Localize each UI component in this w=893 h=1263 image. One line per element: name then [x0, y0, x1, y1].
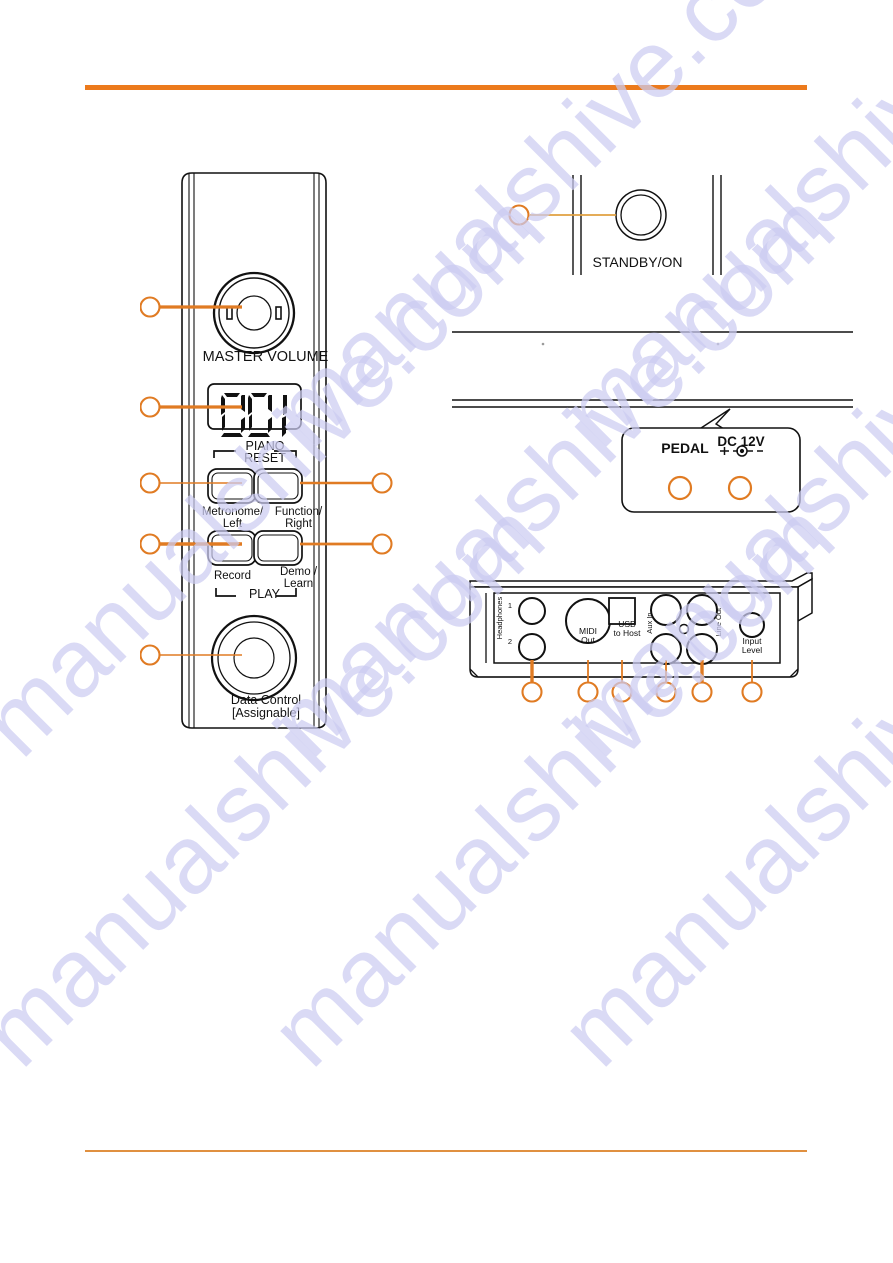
data-control-label-line2: [Assignable] — [231, 706, 301, 720]
callout-leaders-rear-panel — [521, 660, 763, 703]
aux-in-label: Aux In — [644, 612, 654, 634]
callout-marker — [611, 681, 633, 703]
callout-marker — [140, 472, 161, 494]
dc-jack-icon — [727, 475, 753, 501]
callout-marker — [741, 681, 763, 703]
button-label-function-right: Function/ Right — [274, 506, 323, 531]
callout-marker — [655, 681, 677, 703]
callout-marker — [521, 681, 543, 703]
standby-on-label: STANDBY/ON — [592, 254, 683, 270]
dc-12v-label: DC 12V — [717, 434, 765, 449]
top-accent-rule — [85, 85, 807, 90]
callout-marker — [140, 296, 161, 318]
callout-marker — [140, 644, 161, 666]
callout-marker — [371, 533, 393, 555]
callout-marker — [140, 533, 161, 555]
headphones-label: Headphones — [494, 596, 504, 640]
pedal-dc-jack-panel — [621, 408, 801, 513]
input-level-label: Input Level — [741, 636, 763, 656]
master-volume-label: MASTER VOLUME — [202, 349, 329, 365]
callout-marker — [577, 681, 599, 703]
piano-reset-label-line2: RESET — [244, 451, 286, 465]
callout-leaders-left — [140, 296, 242, 666]
callout-marker — [371, 472, 393, 494]
headphones-1-label: 1 — [507, 601, 513, 610]
callout-marker — [140, 396, 161, 418]
play-bracket-label: PLAY — [248, 587, 281, 601]
standby-on-section — [508, 175, 722, 275]
callout-marker — [691, 681, 713, 703]
callout-marker — [508, 204, 530, 226]
pedal-jack-icon — [667, 475, 693, 501]
line-out-label: Line Out — [713, 607, 723, 637]
bottom-accent-rule — [85, 1150, 807, 1152]
headphones-2-label: 2 — [507, 637, 513, 646]
